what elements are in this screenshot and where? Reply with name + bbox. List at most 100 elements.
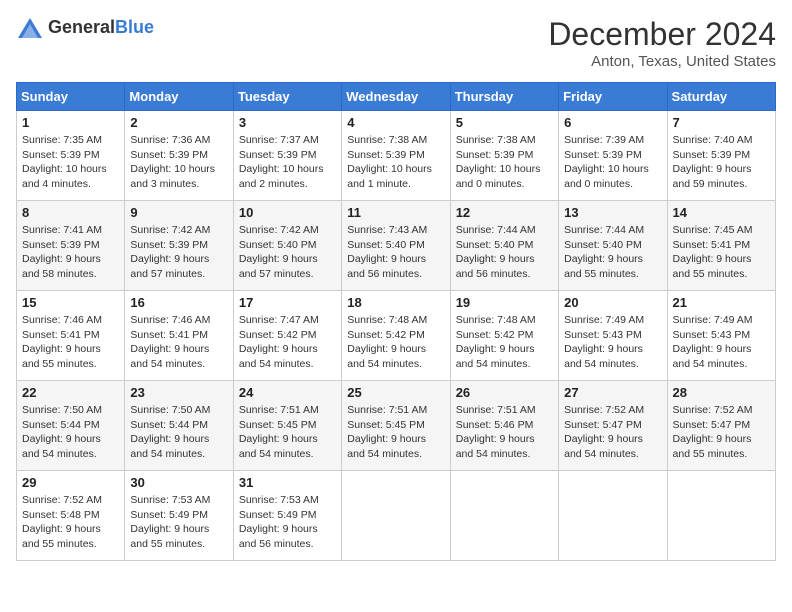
day-info: Sunrise: 7:41 AMSunset: 5:39 PMDaylight:…	[22, 223, 119, 282]
day-number: 28	[673, 385, 770, 400]
day-info: Sunrise: 7:39 AMSunset: 5:39 PMDaylight:…	[564, 133, 661, 192]
day-info: Sunrise: 7:48 AMSunset: 5:42 PMDaylight:…	[456, 313, 553, 372]
day-number: 1	[22, 115, 119, 130]
day-info: Sunrise: 7:40 AMSunset: 5:39 PMDaylight:…	[673, 133, 770, 192]
day-number: 20	[564, 295, 661, 310]
day-number: 19	[456, 295, 553, 310]
calendar-cell: 24 Sunrise: 7:51 AMSunset: 5:45 PMDayligh…	[233, 381, 341, 471]
day-number: 18	[347, 295, 444, 310]
month-title: December 2024	[548, 16, 776, 53]
day-number: 21	[673, 295, 770, 310]
day-number: 7	[673, 115, 770, 130]
day-info: Sunrise: 7:53 AMSunset: 5:49 PMDaylight:…	[130, 493, 227, 552]
day-info: Sunrise: 7:35 AMSunset: 5:39 PMDaylight:…	[22, 133, 119, 192]
day-number: 22	[22, 385, 119, 400]
calendar-cell: 5 Sunrise: 7:38 AMSunset: 5:39 PMDaylight…	[450, 111, 558, 201]
calendar-cell	[450, 471, 558, 561]
day-number: 13	[564, 205, 661, 220]
calendar-cell	[667, 471, 775, 561]
weekday-header: Friday	[559, 83, 667, 111]
calendar-cell: 28 Sunrise: 7:52 AMSunset: 5:47 PMDayligh…	[667, 381, 775, 471]
page-header: GeneralBlue December 2024 Anton, Texas, …	[16, 16, 776, 70]
day-info: Sunrise: 7:49 AMSunset: 5:43 PMDaylight:…	[564, 313, 661, 372]
calendar-cell: 20 Sunrise: 7:49 AMSunset: 5:43 PMDayligh…	[559, 291, 667, 381]
day-info: Sunrise: 7:47 AMSunset: 5:42 PMDaylight:…	[239, 313, 336, 372]
calendar-cell: 10Sunrise: 7:42 AMSunset: 5:40 PMDayligh…	[233, 201, 341, 291]
day-info: Sunrise: 7:50 AMSunset: 5:44 PMDaylight:…	[130, 403, 227, 462]
calendar-week-row: 15 Sunrise: 7:46 AMSunset: 5:41 PMDayligh…	[17, 291, 776, 381]
calendar-header: SundayMondayTuesdayWednesdayThursdayFrid…	[17, 83, 776, 111]
day-number: 8	[22, 205, 119, 220]
title-section: December 2024 Anton, Texas, United State…	[548, 16, 776, 70]
calendar-week-row: 8 Sunrise: 7:41 AMSunset: 5:39 PMDaylight…	[17, 201, 776, 291]
weekday-header: Saturday	[667, 83, 775, 111]
day-number: 5	[456, 115, 553, 130]
calendar-cell: 19 Sunrise: 7:48 AMSunset: 5:42 PMDayligh…	[450, 291, 558, 381]
calendar-cell: 29Sunrise: 7:52 AMSunset: 5:48 PMDayligh…	[17, 471, 125, 561]
day-number: 12	[456, 205, 553, 220]
day-number: 25	[347, 385, 444, 400]
calendar-cell: 12 Sunrise: 7:44 AMSunset: 5:40 PMDayligh…	[450, 201, 558, 291]
calendar-cell: 14Sunrise: 7:45 AMSunset: 5:41 PMDayligh…	[667, 201, 775, 291]
calendar-cell: 15 Sunrise: 7:46 AMSunset: 5:41 PMDayligh…	[17, 291, 125, 381]
logo: GeneralBlue	[16, 16, 154, 40]
calendar-cell: 17 Sunrise: 7:47 AMSunset: 5:42 PMDayligh…	[233, 291, 341, 381]
day-number: 24	[239, 385, 336, 400]
day-number: 17	[239, 295, 336, 310]
logo-blue: Blue	[115, 17, 154, 37]
weekday-header: Monday	[125, 83, 233, 111]
day-number: 11	[347, 205, 444, 220]
weekday-header: Thursday	[450, 83, 558, 111]
day-number: 15	[22, 295, 119, 310]
calendar-cell: 25 Sunrise: 7:51 AMSunset: 5:45 PMDayligh…	[342, 381, 450, 471]
calendar-cell: 26 Sunrise: 7:51 AMSunset: 5:46 PMDayligh…	[450, 381, 558, 471]
day-info: Sunrise: 7:49 AMSunset: 5:43 PMDaylight:…	[673, 313, 770, 372]
calendar-cell: 3Sunrise: 7:37 AMSunset: 5:39 PMDaylight…	[233, 111, 341, 201]
day-info: Sunrise: 7:51 AMSunset: 5:45 PMDaylight:…	[347, 403, 444, 462]
day-info: Sunrise: 7:53 AMSunset: 5:49 PMDaylight:…	[239, 493, 336, 552]
day-info: Sunrise: 7:51 AMSunset: 5:45 PMDaylight:…	[239, 403, 336, 462]
day-number: 6	[564, 115, 661, 130]
weekday-header: Tuesday	[233, 83, 341, 111]
calendar-cell: 9Sunrise: 7:42 AMSunset: 5:39 PMDaylight…	[125, 201, 233, 291]
day-number: 14	[673, 205, 770, 220]
day-info: Sunrise: 7:51 AMSunset: 5:46 PMDaylight:…	[456, 403, 553, 462]
calendar-cell: 31Sunrise: 7:53 AMSunset: 5:49 PMDayligh…	[233, 471, 341, 561]
location-title: Anton, Texas, United States	[548, 53, 776, 70]
calendar-cell: 22 Sunrise: 7:50 AMSunset: 5:44 PMDayligh…	[17, 381, 125, 471]
calendar-cell: 27 Sunrise: 7:52 AMSunset: 5:47 PMDayligh…	[559, 381, 667, 471]
day-number: 10	[239, 205, 336, 220]
day-info: Sunrise: 7:46 AMSunset: 5:41 PMDaylight:…	[130, 313, 227, 372]
calendar-cell: 13 Sunrise: 7:44 AMSunset: 5:40 PMDayligh…	[559, 201, 667, 291]
calendar-body: 1 Sunrise: 7:35 AMSunset: 5:39 PMDaylight…	[17, 111, 776, 561]
day-info: Sunrise: 7:50 AMSunset: 5:44 PMDaylight:…	[22, 403, 119, 462]
day-number: 27	[564, 385, 661, 400]
logo-text: GeneralBlue	[48, 18, 154, 38]
day-info: Sunrise: 7:46 AMSunset: 5:41 PMDaylight:…	[22, 313, 119, 372]
calendar-cell: 11Sunrise: 7:43 AMSunset: 5:40 PMDayligh…	[342, 201, 450, 291]
calendar-week-row: 29Sunrise: 7:52 AMSunset: 5:48 PMDayligh…	[17, 471, 776, 561]
calendar-cell: 18 Sunrise: 7:48 AMSunset: 5:42 PMDayligh…	[342, 291, 450, 381]
calendar-table: SundayMondayTuesdayWednesdayThursdayFrid…	[16, 82, 776, 561]
calendar-cell	[342, 471, 450, 561]
calendar-cell: 21 Sunrise: 7:49 AMSunset: 5:43 PMDayligh…	[667, 291, 775, 381]
calendar-week-row: 1 Sunrise: 7:35 AMSunset: 5:39 PMDaylight…	[17, 111, 776, 201]
logo-general: General	[48, 17, 115, 37]
day-number: 23	[130, 385, 227, 400]
calendar-cell: 8 Sunrise: 7:41 AMSunset: 5:39 PMDaylight…	[17, 201, 125, 291]
day-number: 16	[130, 295, 227, 310]
weekday-header: Sunday	[17, 83, 125, 111]
day-info: Sunrise: 7:36 AMSunset: 5:39 PMDaylight:…	[130, 133, 227, 192]
day-number: 30	[130, 475, 227, 490]
day-number: 2	[130, 115, 227, 130]
day-info: Sunrise: 7:42 AMSunset: 5:39 PMDaylight:…	[130, 223, 227, 282]
day-info: Sunrise: 7:48 AMSunset: 5:42 PMDaylight:…	[347, 313, 444, 372]
day-info: Sunrise: 7:44 AMSunset: 5:40 PMDaylight:…	[456, 223, 553, 282]
day-info: Sunrise: 7:38 AMSunset: 5:39 PMDaylight:…	[456, 133, 553, 192]
day-info: Sunrise: 7:52 AMSunset: 5:47 PMDaylight:…	[564, 403, 661, 462]
day-info: Sunrise: 7:52 AMSunset: 5:47 PMDaylight:…	[673, 403, 770, 462]
day-number: 26	[456, 385, 553, 400]
day-info: Sunrise: 7:44 AMSunset: 5:40 PMDaylight:…	[564, 223, 661, 282]
calendar-cell: 7 Sunrise: 7:40 AMSunset: 5:39 PMDaylight…	[667, 111, 775, 201]
calendar-cell: 16 Sunrise: 7:46 AMSunset: 5:41 PMDayligh…	[125, 291, 233, 381]
